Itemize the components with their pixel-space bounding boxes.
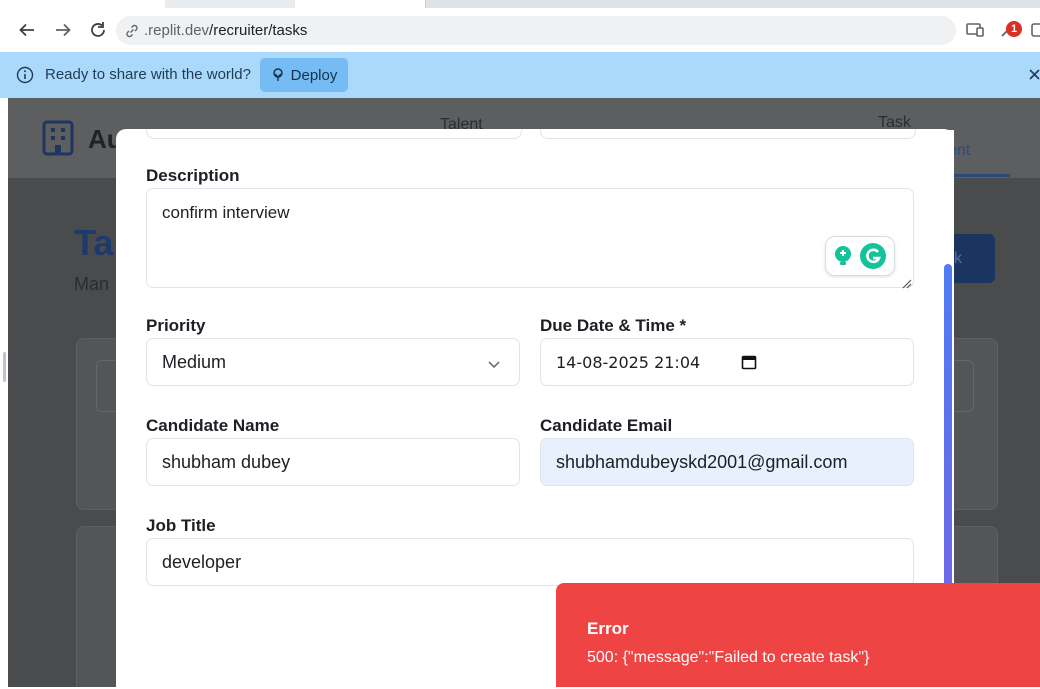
- browser-tab[interactable]: [165, 0, 296, 8]
- deploy-icon: [272, 68, 283, 81]
- candidate-name-value: shubham dubey: [162, 451, 291, 472]
- candidate-email-value: shubhamdubeyskd2001@gmail.com: [556, 451, 848, 472]
- due-date-input[interactable]: 14-08-2025 21:04: [540, 338, 914, 386]
- error-toast[interactable]: Error 500: {"message":"Failed to create …: [556, 583, 1040, 687]
- resize-grip-icon[interactable]: [902, 276, 912, 294]
- url-path: /recruiter/tasks: [209, 22, 308, 39]
- due-date-label: Due Date & Time *: [540, 316, 687, 335]
- grammarly-icon: [860, 243, 886, 269]
- job-title-value: developer: [162, 551, 242, 572]
- lightbulb-icon: [835, 246, 851, 265]
- browser-toolbar: .replit.dev/recruiter/tasks 1: [0, 8, 1040, 52]
- job-title-label: Job Title: [146, 516, 216, 535]
- page-subtitle: Man: [74, 274, 110, 294]
- modal-scrollbar-thumb[interactable]: [944, 264, 952, 590]
- reload-icon: [91, 22, 105, 37]
- due-date-value: 14-08-2025 21:04: [556, 352, 701, 372]
- toast-message: 500: {"message":"Failed to create task"}: [587, 649, 870, 666]
- info-icon: [16, 66, 34, 89]
- forward-button[interactable]: [51, 18, 75, 42]
- deploy-button[interactable]: Deploy: [260, 58, 348, 92]
- description-label: Description: [146, 166, 240, 185]
- form-field-above[interactable]: [146, 129, 522, 139]
- priority-label: Priority: [146, 316, 206, 335]
- priority-select[interactable]: Medium: [146, 338, 520, 386]
- priority-value: Medium: [162, 351, 227, 372]
- close-icon[interactable]: [1029, 67, 1040, 85]
- deploy-infobar: Ready to share with the world? Deploy: [0, 52, 1040, 98]
- forward-arrow-icon: [56, 23, 71, 37]
- candidate-name-label: Candidate Name: [146, 416, 280, 435]
- browser-tab[interactable]: [0, 0, 166, 8]
- calendar-icon[interactable]: [741, 354, 757, 375]
- site-info-icon[interactable]: [124, 23, 140, 39]
- extension-badge: 1: [1006, 21, 1022, 37]
- candidate-name-input[interactable]: shubham dubey: [146, 438, 520, 486]
- infobar-message: Ready to share with the world?: [45, 66, 251, 83]
- browser-tab-active[interactable]: [295, 0, 426, 8]
- tab-strip: [0, 0, 1040, 8]
- url-domain: .replit.dev: [144, 22, 210, 39]
- back-button[interactable]: [15, 18, 39, 42]
- deploy-label: Deploy: [290, 66, 338, 84]
- page-title: Ta: [74, 222, 114, 263]
- address-bar[interactable]: .replit.dev/recruiter/tasks: [116, 16, 956, 45]
- candidate-email-label: Candidate Email: [540, 416, 673, 435]
- job-title-input[interactable]: developer: [146, 538, 914, 586]
- candidate-email-input[interactable]: shubhamdubeyskd2001@gmail.com: [540, 438, 914, 486]
- share-icon[interactable]: [1030, 20, 1040, 45]
- toast-title: Error: [587, 619, 629, 638]
- back-arrow-icon: [19, 23, 34, 37]
- resize-handle[interactable]: [3, 352, 6, 382]
- form-field-above[interactable]: [540, 129, 916, 139]
- building-icon: [42, 120, 74, 161]
- grammarly-widget[interactable]: [825, 236, 895, 276]
- reload-button[interactable]: [86, 18, 110, 42]
- description-textarea[interactable]: confirm interview: [146, 188, 914, 288]
- cast-icon[interactable]: [965, 20, 985, 45]
- chevron-down-icon: [487, 355, 501, 376]
